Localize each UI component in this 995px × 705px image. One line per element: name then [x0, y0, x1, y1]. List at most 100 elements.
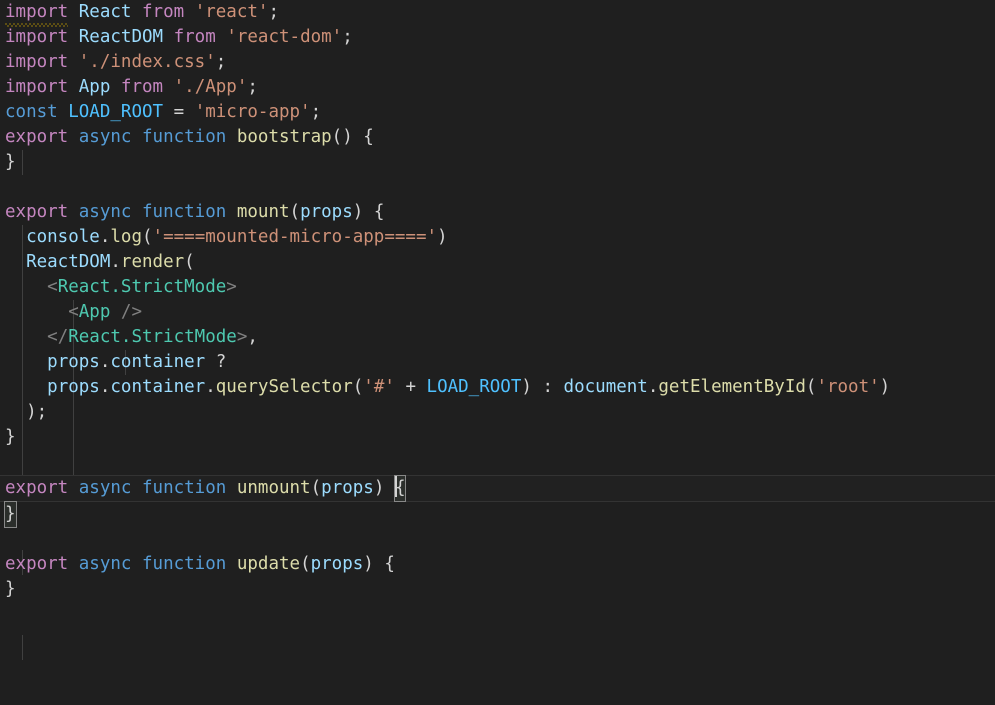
dot: .	[99, 352, 111, 372]
code-line[interactable]: <React.StrictMode>	[0, 275, 995, 300]
paren-open: (	[805, 377, 817, 397]
paren-open: (	[184, 252, 195, 272]
code-line-blank[interactable]	[0, 527, 995, 552]
from-keyword: from	[120, 77, 164, 97]
function-keyword: function	[142, 554, 227, 574]
render-method: render	[120, 252, 185, 272]
paren-close: )	[373, 478, 385, 498]
code-editor[interactable]: import React from 'react'; import ReactD…	[0, 0, 995, 705]
ternary-colon: :	[542, 377, 553, 397]
const-keyword: const	[5, 102, 58, 122]
code-line[interactable]: props.container ?	[0, 350, 995, 375]
console-identifier: console	[26, 227, 100, 247]
code-line[interactable]: <App />	[0, 300, 995, 325]
from-keyword: from	[142, 2, 185, 22]
reactdom-identifier: ReactDOM	[78, 27, 164, 47]
jsx-tag-strictmode: React.StrictMode	[68, 327, 237, 347]
export-keyword: export	[5, 478, 69, 498]
semicolon: ;	[268, 2, 280, 22]
string-literal-root: 'root'	[816, 377, 880, 397]
jsx-tag-app: App	[78, 302, 111, 322]
semicolon: ;	[247, 77, 258, 97]
brace-close: }	[5, 427, 16, 447]
paren-open: (	[310, 478, 322, 498]
string-literal-hash: '#'	[363, 377, 395, 397]
export-keyword: export	[5, 127, 69, 147]
code-line[interactable]: import './index.css';	[0, 50, 995, 75]
code-line[interactable]: }	[0, 150, 995, 175]
brace-close: }	[5, 152, 16, 172]
dot: .	[647, 377, 659, 397]
code-line[interactable]: import React from 'react';	[0, 0, 995, 27]
paren-open: (	[142, 227, 153, 247]
function-keyword: function	[142, 127, 227, 147]
jsx-close-bracket: >	[226, 277, 237, 297]
react-identifier: React	[78, 2, 132, 22]
paren-open: (	[352, 377, 364, 397]
semicolon: ;	[215, 52, 227, 72]
code-line[interactable]: export async function mount(props) {	[0, 200, 995, 225]
update-function-name: update	[236, 554, 301, 574]
props-identifier: props	[47, 352, 100, 372]
code-line-blank[interactable]	[0, 175, 995, 200]
paren-open: (	[289, 202, 301, 222]
code-line[interactable]: );	[0, 400, 995, 425]
code-line[interactable]: }	[0, 425, 995, 450]
code-line[interactable]: ReactDOM.render(	[0, 250, 995, 275]
export-keyword: export	[5, 554, 69, 574]
code-line[interactable]: export async function bootstrap() {	[0, 125, 995, 150]
dot: .	[205, 377, 216, 397]
jsx-open-bracket: <	[68, 302, 79, 322]
string-literal: 'react-dom'	[226, 27, 343, 47]
comma: ,	[247, 327, 258, 347]
async-keyword: async	[78, 478, 132, 498]
jsx-close-bracket: >	[236, 327, 248, 347]
jsx-selfclose-bracket: />	[120, 302, 142, 322]
code-line[interactable]: import ReactDOM from 'react-dom';	[0, 25, 995, 50]
semicolon: ;	[342, 27, 353, 47]
paren-close: )	[879, 377, 891, 397]
props-param: props	[321, 478, 374, 498]
container-property: container	[110, 377, 206, 397]
function-keyword: function	[142, 202, 227, 222]
jsx-tag-strictmode: React.StrictMode	[57, 277, 227, 297]
bootstrap-function-name: bootstrap	[236, 127, 332, 147]
code-line[interactable]: }	[0, 501, 995, 528]
async-keyword: async	[78, 202, 132, 222]
container-property: container	[110, 352, 206, 372]
code-line[interactable]: }	[0, 577, 995, 602]
string-literal: 'react'	[194, 2, 269, 22]
dot: .	[110, 252, 121, 272]
ternary-question: ?	[215, 352, 227, 372]
code-line[interactable]: import App from './App';	[0, 75, 995, 100]
code-content[interactable]: import React from 'react'; import ReactD…	[0, 0, 995, 705]
code-line[interactable]: </React.StrictMode>,	[0, 325, 995, 350]
mount-function-name: mount	[236, 202, 290, 222]
code-line[interactable]: console.log('====mounted-micro-app====')	[0, 225, 995, 250]
code-line[interactable]: const LOAD_ROOT = 'micro-app';	[0, 100, 995, 125]
queryselector-method: querySelector	[215, 377, 353, 397]
code-line-blank[interactable]	[0, 450, 995, 475]
jsx-open-bracket: <	[47, 277, 58, 297]
document-identifier: document	[563, 377, 648, 397]
props-param: props	[310, 554, 364, 574]
async-keyword: async	[78, 127, 132, 147]
props-identifier: props	[47, 377, 100, 397]
brace-open: {	[373, 202, 385, 222]
async-keyword: async	[78, 554, 132, 574]
import-keyword: import	[5, 77, 69, 97]
log-method: log	[110, 227, 142, 247]
text-cursor	[394, 476, 397, 497]
paren-close: )	[521, 377, 532, 397]
export-keyword: export	[5, 202, 69, 222]
import-keyword: import	[5, 27, 69, 47]
code-line[interactable]: props.container.querySelector('#' + LOAD…	[0, 375, 995, 400]
code-line-current[interactable]: export async function unmount(props) {	[0, 475, 995, 502]
unmount-function-name: unmount	[236, 478, 311, 498]
getelementbyid-method: getElementById	[658, 377, 806, 397]
code-line[interactable]: export async function update(props) {	[0, 552, 995, 577]
reactdom-identifier: ReactDOM	[26, 252, 111, 272]
from-keyword: from	[173, 27, 216, 47]
string-literal: './index.css'	[78, 52, 216, 72]
load-root-constant: LOAD_ROOT	[68, 102, 164, 122]
